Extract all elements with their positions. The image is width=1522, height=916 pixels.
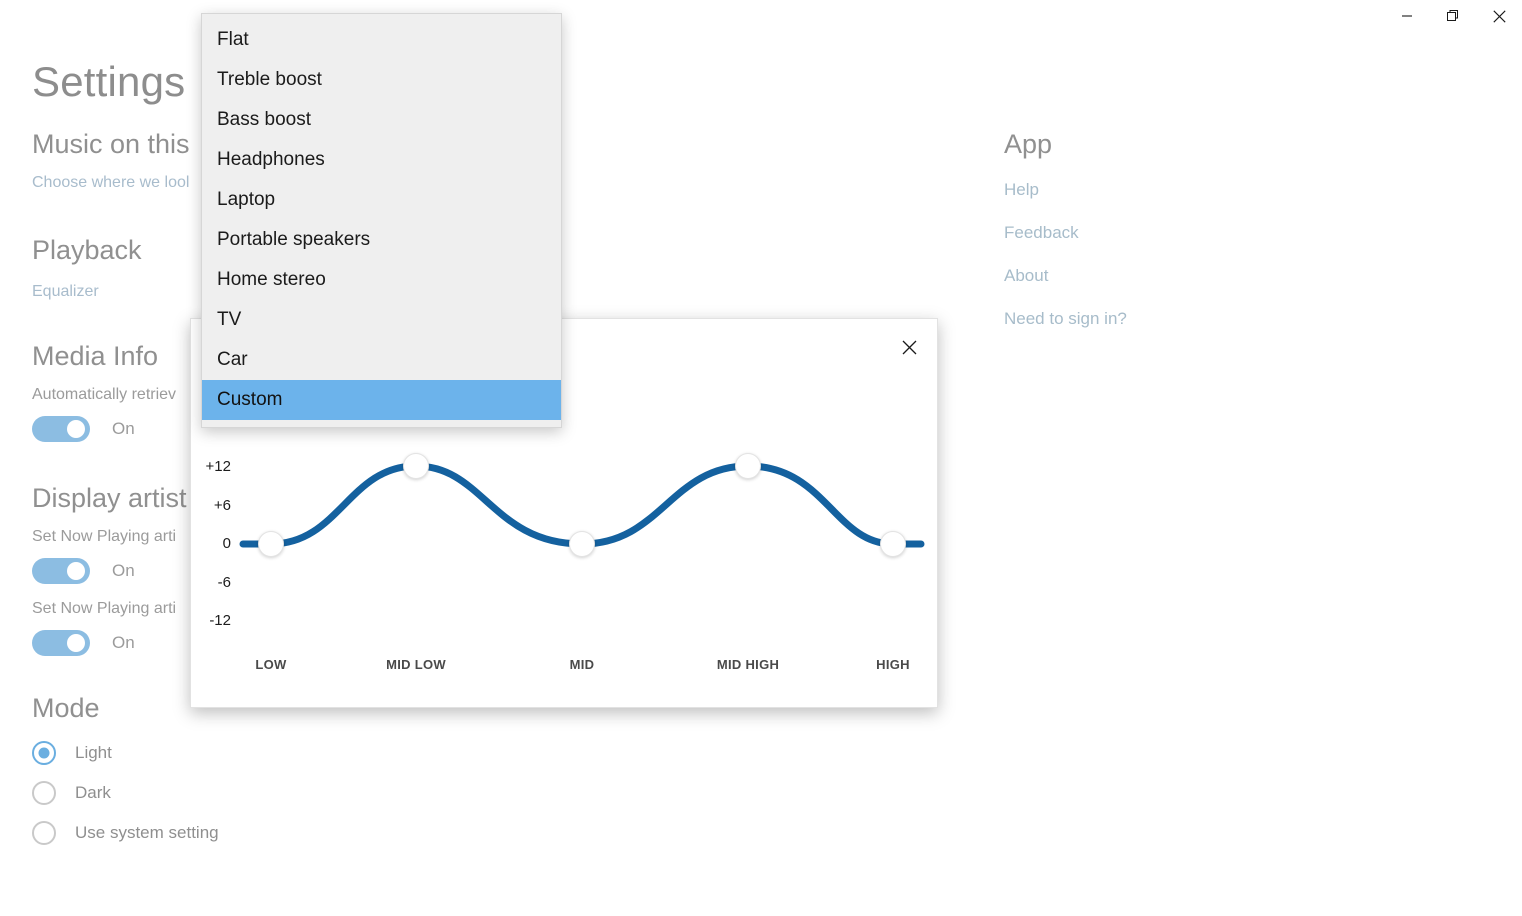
eq-handle-mid-high[interactable]	[735, 453, 761, 479]
app-group-heading: App	[1004, 129, 1053, 159]
dropdown-option-laptop[interactable]: Laptop	[202, 180, 561, 220]
group-mode: Mode Light Dark Use system setting	[32, 694, 452, 845]
eq-handle-low[interactable]	[258, 531, 284, 557]
app-link-help[interactable]: Help	[1004, 180, 1404, 200]
mode-option-light-label: Light	[75, 742, 112, 762]
x-tick-mid-low: MID LOW	[386, 657, 446, 672]
x-tick-mid-high: MID HIGH	[716, 657, 780, 672]
app-link-need-to-sign-in[interactable]: Need to sign in?	[1004, 309, 1404, 329]
window-close-button[interactable]	[1476, 0, 1522, 32]
media-info-toggle[interactable]	[32, 416, 90, 443]
toggle-knob	[67, 562, 85, 581]
dropdown-option-portable-speakers[interactable]: Portable speakers	[202, 220, 561, 260]
display-artist-toggle-label-1: On	[112, 561, 135, 581]
radio-dark-icon	[32, 780, 56, 805]
mode-option-system-label: Use system setting	[75, 822, 219, 842]
x-tick-high: HIGH	[876, 657, 910, 672]
app-link-about[interactable]: About	[1004, 266, 1404, 286]
dropdown-option-treble-boost[interactable]: Treble boost	[202, 60, 561, 100]
mode-option-dark-label: Dark	[75, 782, 111, 802]
x-tick-low: LOW	[255, 657, 287, 672]
settings-right-column: App Help Feedback About Need to sign in?	[1004, 130, 1404, 329]
display-artist-toggle-1[interactable]	[32, 558, 90, 585]
display-artist-toggle-label-2: On	[112, 633, 135, 653]
eq-preset-dropdown-list: Flat Treble boost Bass boost Headphones …	[201, 13, 562, 428]
window-titlebar	[0, 0, 1522, 40]
x-tick-mid: MID	[569, 657, 595, 672]
toggle-knob	[67, 634, 85, 653]
page-title: Settings	[32, 58, 186, 105]
app-link-feedback[interactable]: Feedback	[1004, 223, 1404, 243]
radio-system-icon	[32, 820, 56, 845]
dropdown-option-tv[interactable]: TV	[202, 300, 561, 340]
dropdown-option-headphones[interactable]: Headphones	[202, 140, 561, 180]
dropdown-option-bass-boost[interactable]: Bass boost	[202, 100, 561, 140]
mode-option-dark[interactable]: Dark	[32, 780, 452, 805]
mode-option-light[interactable]: Light	[32, 740, 452, 765]
eq-handle-high[interactable]	[880, 531, 906, 557]
mode-option-system[interactable]: Use system setting	[32, 820, 452, 845]
dropdown-option-custom[interactable]: Custom	[202, 380, 561, 420]
dropdown-option-car[interactable]: Car	[202, 340, 561, 380]
minimize-icon	[1402, 15, 1412, 17]
display-artist-toggle-2[interactable]	[32, 630, 90, 657]
close-icon	[1492, 9, 1506, 23]
toggle-knob	[67, 420, 85, 439]
window-minimize-button[interactable]	[1384, 0, 1430, 32]
app-window: Settings Music on this Choose where we l…	[0, 0, 1522, 916]
radio-light-icon	[32, 740, 56, 765]
media-info-toggle-label: On	[112, 419, 135, 439]
window-restore-button[interactable]	[1430, 0, 1476, 32]
dropdown-option-home-stereo[interactable]: Home stereo	[202, 260, 561, 300]
restore-icon	[1446, 9, 1458, 21]
eq-handle-mid-low[interactable]	[403, 453, 429, 479]
eq-handle-mid[interactable]	[569, 531, 595, 557]
